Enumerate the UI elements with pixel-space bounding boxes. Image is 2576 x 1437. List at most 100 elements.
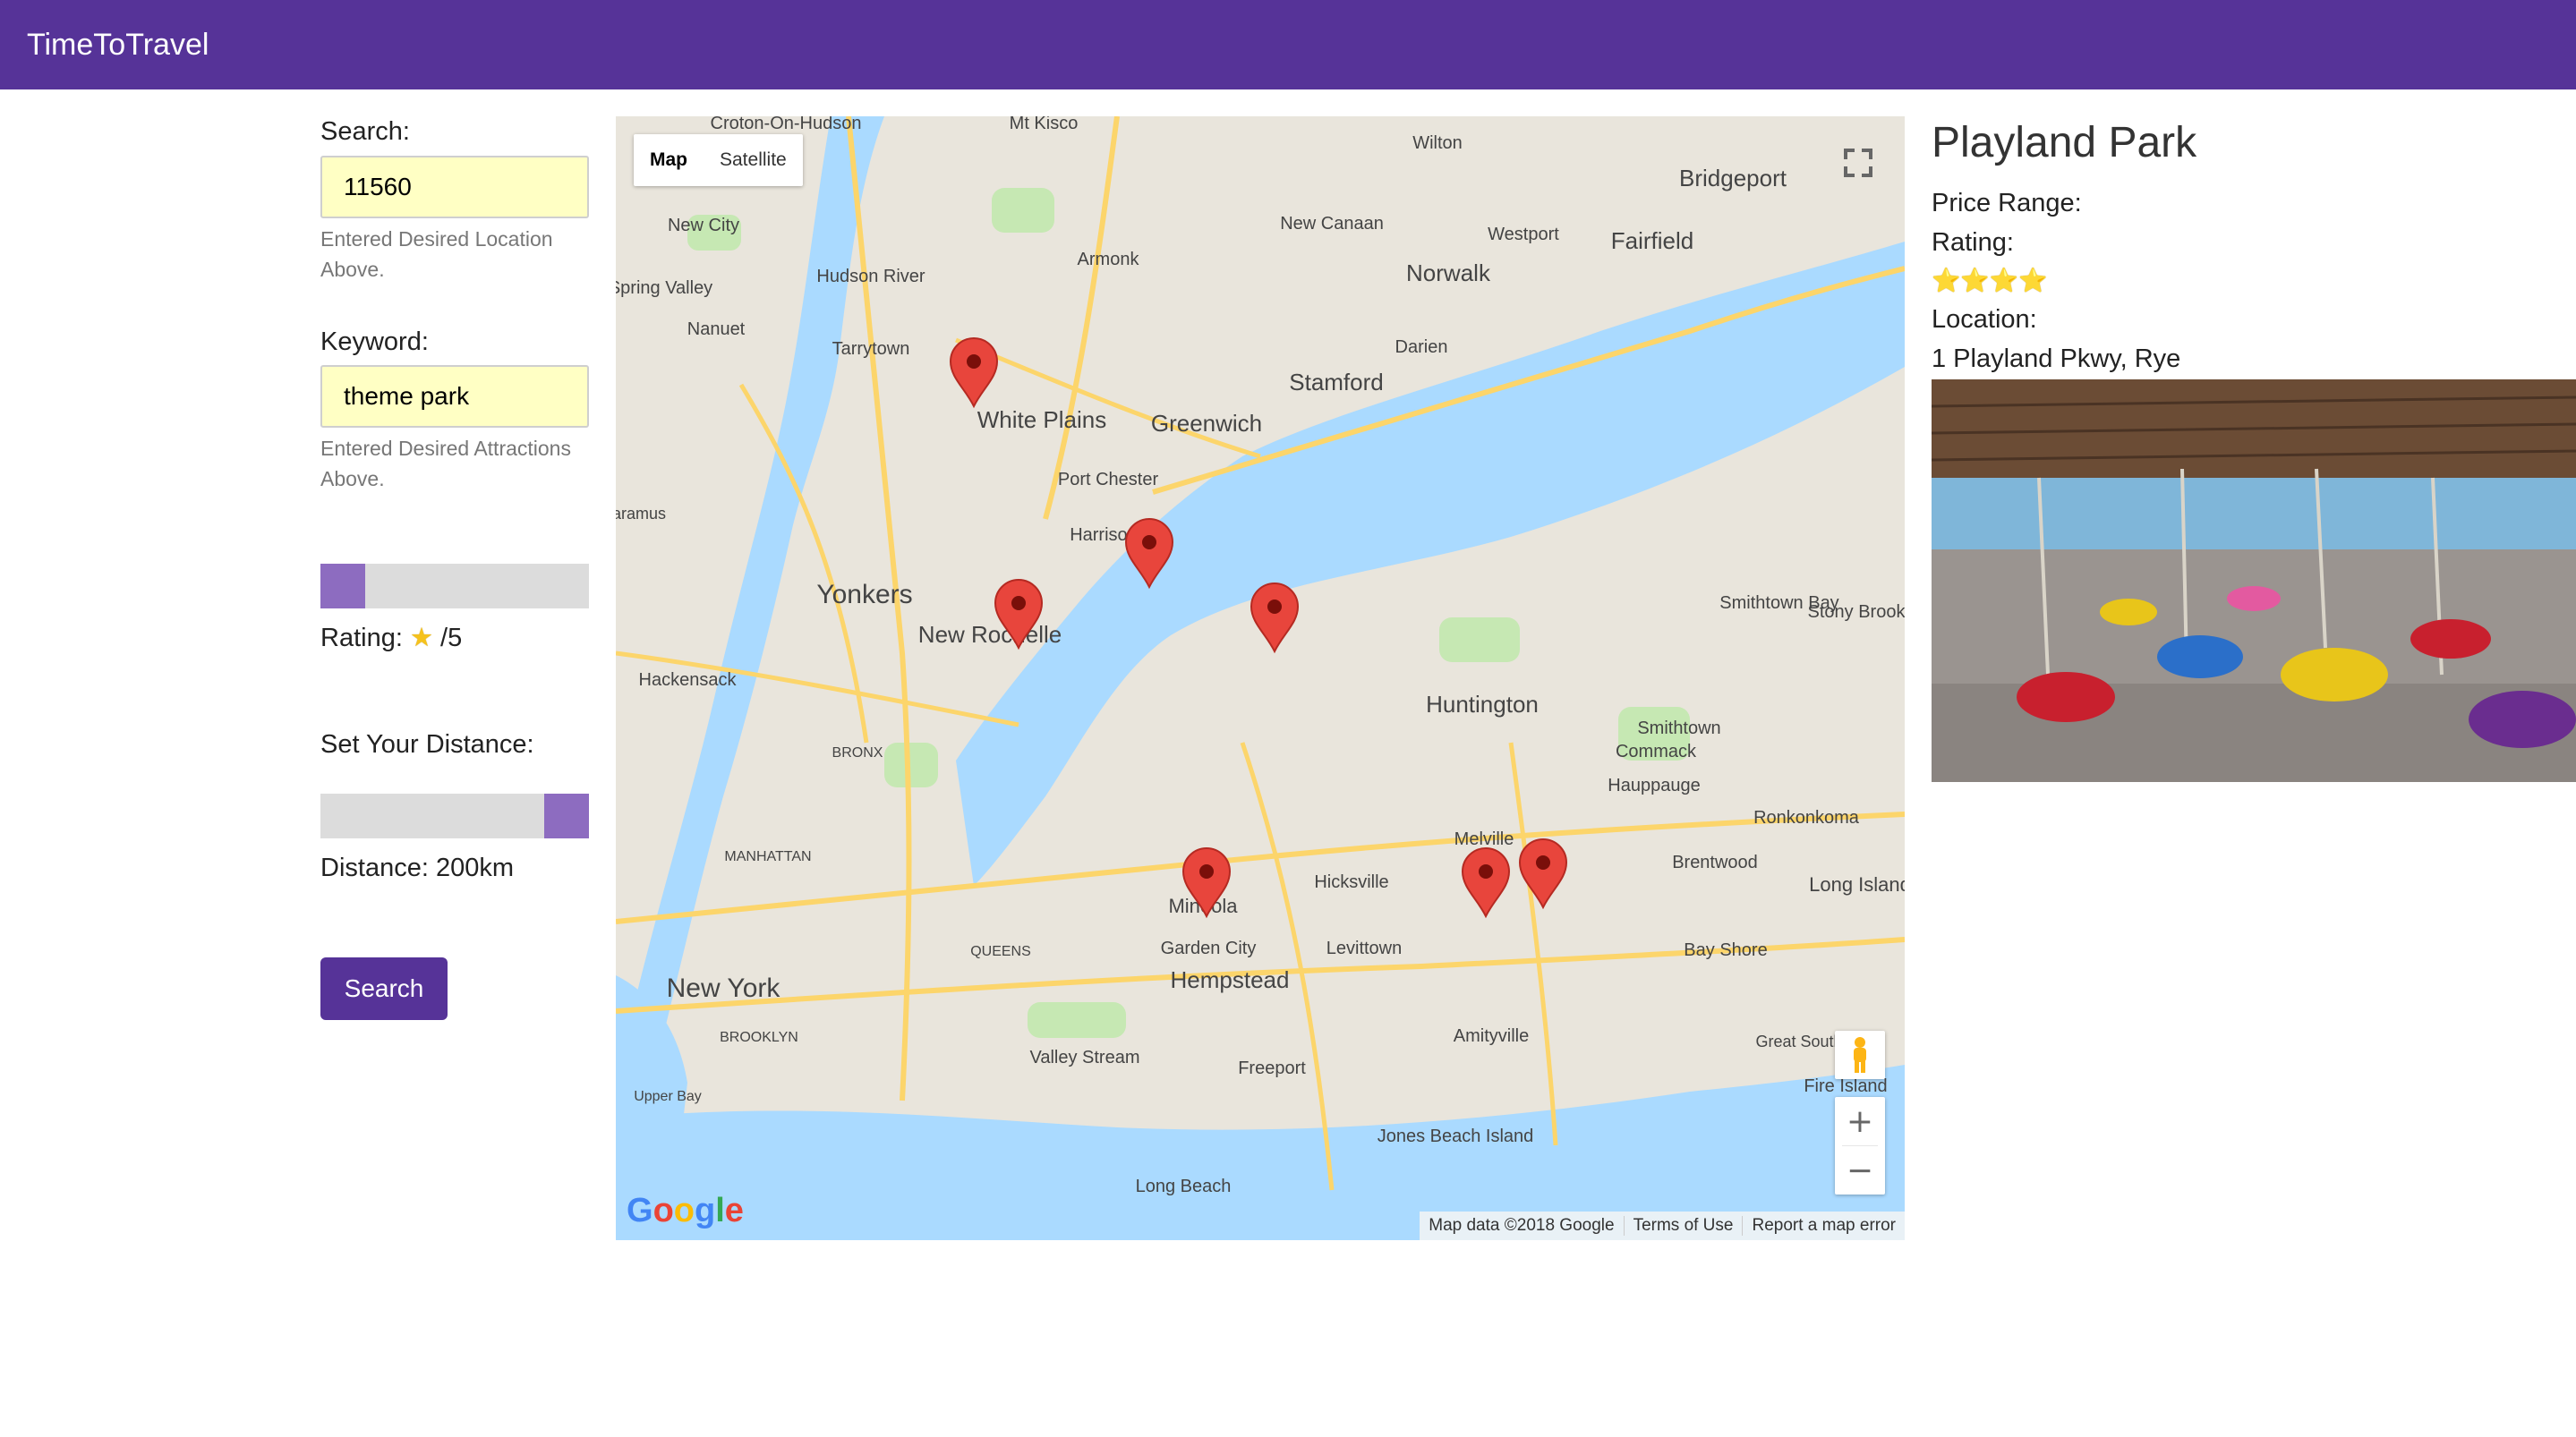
place-label: Spring Valley [616, 278, 712, 298]
place-label: Garden City [1161, 939, 1257, 958]
street-view-control[interactable] [1835, 1031, 1885, 1079]
place-label: New City [668, 216, 739, 235]
pegman-icon[interactable] [1835, 1031, 1885, 1079]
place-label: Freeport [1238, 1059, 1306, 1078]
place-label: QUEENS [970, 944, 1031, 959]
place-label: Hempstead [1171, 966, 1290, 993]
park-area [1439, 617, 1520, 662]
place-label: Wilton [1412, 133, 1463, 153]
place-label: New Canaan [1280, 214, 1384, 234]
terms-link[interactable]: Terms of Use [1623, 1216, 1743, 1236]
map-marker-dot [1142, 535, 1156, 549]
place-name: Playland Park [1932, 119, 2197, 166]
place-label: BROOKLYN [720, 1030, 798, 1045]
place-label: New Rochelle [918, 621, 1062, 648]
place-label: Huntington [1426, 691, 1539, 718]
distance-label: Set Your Distance: [320, 730, 534, 759]
park-area [884, 743, 938, 787]
keyword-input[interactable] [320, 365, 589, 428]
map-marker-dot [1479, 864, 1493, 879]
zoom-control: + − [1835, 1097, 1885, 1195]
place-label: Jones Beach Island [1378, 1127, 1534, 1146]
place-label: Levittown [1326, 939, 1403, 958]
rating-stars: ⭐⭐⭐⭐ [1932, 267, 2048, 293]
rating-label: Rating: [320, 624, 403, 652]
place-label: Hudson River [816, 267, 925, 286]
distance-slider-thumb[interactable] [544, 794, 589, 838]
map-type-control: Map Satellite [634, 134, 803, 186]
distance-readout: Distance: 200km [320, 854, 514, 882]
park-area [992, 188, 1054, 233]
rating-readout: Rating: ★ /5 [320, 623, 462, 653]
park-area [1028, 1002, 1126, 1038]
place-label: Stony Brook [1808, 602, 1905, 622]
place-label: Bay Shore [1684, 940, 1767, 960]
google-logo: Google [627, 1192, 744, 1229]
place-label: Long Beach [1136, 1177, 1232, 1196]
fullscreen-button[interactable] [1830, 134, 1887, 191]
place-label: Fairfield [1611, 227, 1693, 254]
place-label: Yonkers [816, 580, 912, 609]
map-view[interactable]: Croton-On-Hudson Mt Kisco Wilton Bridgeport… [616, 116, 1905, 1240]
place-label: Armonk [1078, 250, 1140, 269]
map-type-map-button[interactable]: Map [634, 134, 704, 186]
place-label: Darien [1395, 337, 1448, 357]
rating-suffix: /5 [440, 624, 463, 652]
search-input[interactable] [320, 156, 589, 218]
map-data-text: Map data ©2018 Google [1429, 1216, 1615, 1235]
report-error-link[interactable]: Report a map error [1742, 1216, 1905, 1236]
place-label: Amityville [1454, 1026, 1529, 1046]
rating-slider[interactable] [320, 564, 589, 608]
place-label: Nanuet [687, 319, 746, 339]
place-label: Brentwood [1672, 853, 1758, 872]
map-marker-dot [1267, 599, 1282, 614]
place-photo [1932, 379, 2576, 782]
place-label: Bridgeport [1679, 165, 1787, 191]
zoom-out-button[interactable]: − [1835, 1146, 1885, 1195]
keyword-help: Entered Desired Attractions Above. [320, 437, 571, 490]
place-label: Hauppauge [1608, 776, 1700, 795]
place-label: Greenwich [1151, 410, 1262, 437]
place-label: Croton-On-Hudson [711, 116, 862, 133]
place-label: Smithtown [1637, 718, 1720, 738]
place-label: Upper Bay [634, 1089, 702, 1104]
place-label: Fire Island [1804, 1076, 1887, 1096]
map-marker-dot [1536, 855, 1550, 870]
distance-slider[interactable] [320, 794, 589, 838]
map-marker-dot [967, 354, 981, 369]
fullscreen-icon [1844, 149, 1872, 177]
place-label: New York [667, 974, 781, 1003]
search-help: Entered Desired Location Above. [320, 227, 553, 281]
place-label: Paramus [616, 505, 666, 523]
rating-slider-thumb[interactable] [320, 564, 365, 608]
map-canvas[interactable]: Croton-On-Hudson Mt Kisco Wilton Bridgeport… [616, 116, 1905, 1240]
map-marker-dot [1199, 864, 1214, 879]
place-label: Melville [1454, 829, 1514, 849]
map-attribution: Map data ©2018 Google Terms of Use Repor… [1420, 1212, 1905, 1240]
search-label: Search: [320, 117, 410, 146]
place-label: Hackensack [639, 670, 738, 690]
keyword-label: Keyword: [320, 327, 429, 356]
address-text: 1 Playland Pkwy, Rye [1932, 344, 2181, 373]
place-label: Long Island [1809, 873, 1905, 896]
price-range-label: Price Range: [1932, 189, 2082, 217]
star-icon: ★ [409, 624, 433, 652]
place-label: Port Chester [1058, 470, 1159, 489]
navbar: TimeToTravel [0, 0, 2576, 89]
place-label: Westport [1488, 225, 1559, 244]
place-label: Commack [1616, 742, 1697, 761]
place-label: White Plains [977, 406, 1107, 433]
place-label: Mt Kisco [1010, 116, 1079, 133]
place-label: BRONX [832, 745, 883, 761]
rating-label-detail: Rating: [1932, 228, 2014, 257]
place-label: Valley Stream [1029, 1048, 1139, 1067]
search-button[interactable]: Search [320, 957, 448, 1020]
location-label: Location: [1932, 305, 2037, 334]
place-label: Hicksville [1314, 872, 1388, 892]
brand-link[interactable]: TimeToTravel [27, 27, 209, 63]
zoom-in-button[interactable]: + [1835, 1097, 1885, 1145]
place-label: Stamford [1289, 369, 1384, 395]
place-label: Norwalk [1406, 259, 1491, 286]
map-type-satellite-button[interactable]: Satellite [704, 134, 803, 186]
place-label: Ronkonkoma [1753, 808, 1860, 828]
